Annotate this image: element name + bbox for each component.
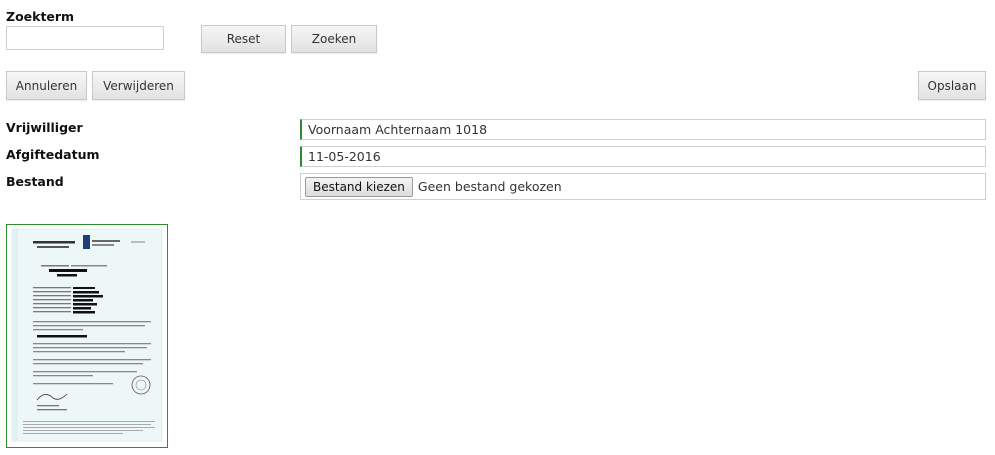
- save-button[interactable]: Opslaan: [918, 71, 986, 100]
- reset-button[interactable]: Reset: [201, 25, 286, 53]
- search-button[interactable]: Zoeken: [291, 25, 377, 53]
- issue-date-field[interactable]: 11-05-2016: [300, 146, 986, 167]
- issue-date-label: Afgiftedatum: [6, 147, 100, 162]
- delete-button[interactable]: Verwijderen: [92, 71, 185, 100]
- search-input[interactable]: [6, 26, 164, 50]
- file-label: Bestand: [6, 174, 64, 189]
- document-thumbnail-icon: [11, 228, 163, 442]
- search-label: Zoekterm: [6, 9, 75, 24]
- choose-file-button[interactable]: Bestand kiezen: [305, 176, 413, 197]
- file-status: Geen bestand gekozen: [417, 179, 562, 194]
- volunteer-label: Vrijwilliger: [6, 120, 83, 135]
- cancel-button[interactable]: Annuleren: [6, 71, 87, 100]
- volunteer-field[interactable]: Voornaam Achternaam 1018: [300, 119, 986, 140]
- file-input[interactable]: Bestand kiezen Geen bestand gekozen: [300, 173, 986, 200]
- document-preview[interactable]: [6, 224, 168, 448]
